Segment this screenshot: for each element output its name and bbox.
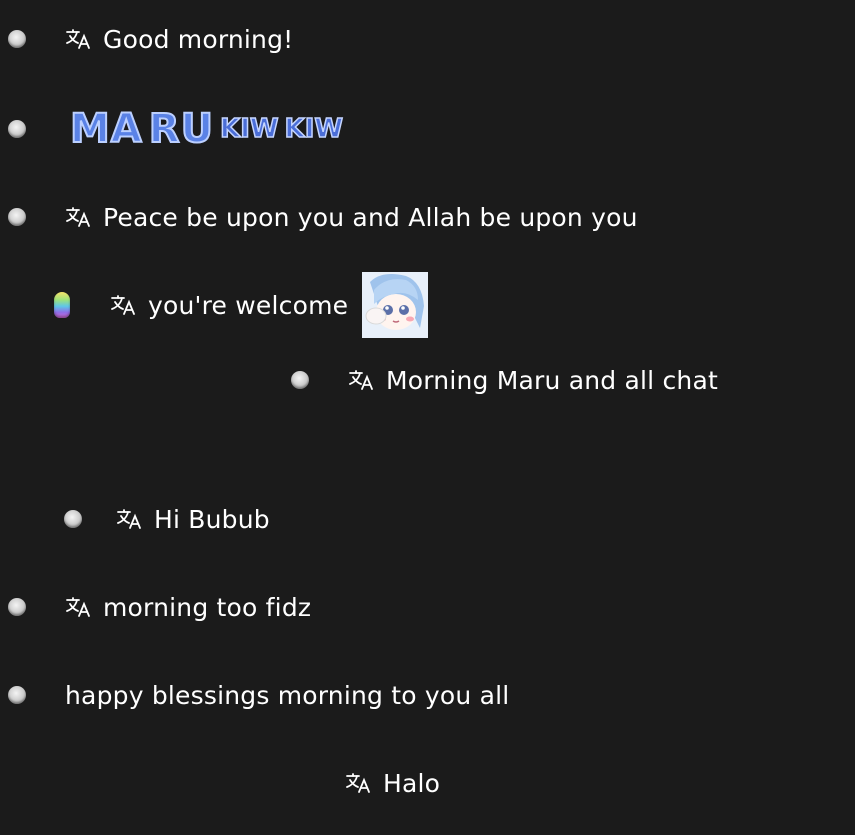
- user-badge-icon[interactable]: [64, 510, 82, 528]
- chat-message: you're welcome: [54, 272, 429, 338]
- emote-part: KIW: [219, 113, 279, 145]
- user-badge-icon[interactable]: [291, 371, 309, 389]
- translate-icon[interactable]: [65, 596, 91, 618]
- user-badge-icon[interactable]: [8, 30, 26, 48]
- rainbow-badge-icon[interactable]: [54, 292, 70, 318]
- chat-message: Halo: [345, 763, 440, 803]
- message-text: Peace be upon you and Allah be upon you: [103, 202, 638, 232]
- chat-message: MA RU KIW KIW: [8, 105, 344, 153]
- chat-message: morning too fidz: [8, 587, 311, 627]
- user-badge-icon[interactable]: [8, 598, 26, 616]
- message-text: Hi Bubub: [154, 504, 270, 534]
- maru-emote: MA RU KIW KIW: [69, 105, 344, 153]
- user-badge-icon[interactable]: [8, 120, 26, 138]
- chat-message: happy blessings morning to you all: [8, 675, 509, 715]
- message-text: you're welcome: [148, 290, 349, 320]
- chat-message: Good morning!: [8, 19, 293, 59]
- chat-message: Hi Bubub: [64, 499, 270, 539]
- message-text: Morning Maru and all chat: [386, 365, 718, 395]
- message-text: happy blessings morning to you all: [65, 680, 510, 710]
- translate-icon[interactable]: [348, 369, 374, 391]
- translate-icon[interactable]: [116, 508, 142, 530]
- translate-icon[interactable]: [65, 206, 91, 228]
- translate-icon[interactable]: [345, 772, 371, 794]
- user-badge-icon[interactable]: [8, 686, 26, 704]
- anime-sticker-icon: [362, 272, 429, 338]
- emote-part: RU: [148, 105, 215, 153]
- emote-part: KIW: [284, 113, 344, 145]
- message-text: Good morning!: [103, 24, 294, 54]
- user-badge-icon[interactable]: [8, 208, 26, 226]
- chat-message: Peace be upon you and Allah be upon you: [8, 197, 638, 237]
- chat-message: Morning Maru and all chat: [291, 360, 718, 400]
- translate-icon[interactable]: [65, 28, 91, 50]
- translate-icon[interactable]: [110, 294, 136, 316]
- emote-part: MA: [69, 105, 143, 153]
- message-text: Halo: [383, 768, 441, 798]
- message-text: morning too fidz: [103, 592, 312, 622]
